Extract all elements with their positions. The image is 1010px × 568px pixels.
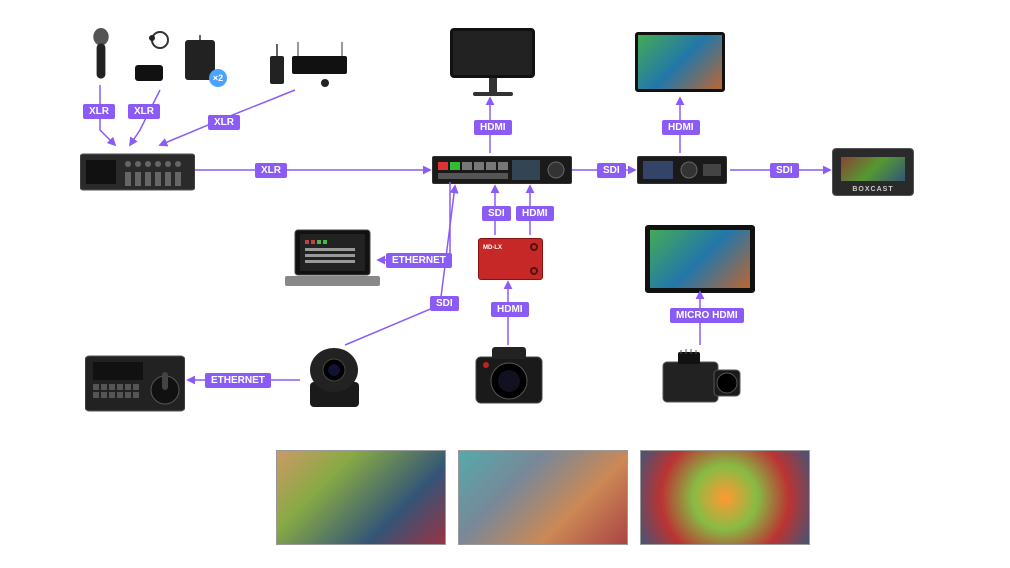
connection-lines xyxy=(0,0,1010,568)
label-hdmi-monitor: HDMI xyxy=(474,120,512,135)
label-hdmi-tv: HDMI xyxy=(662,120,700,135)
label-sdi-ptz: SDI xyxy=(430,296,459,311)
label-xlr-wireless: XLR xyxy=(208,115,240,130)
label-sdi-boxcast: SDI xyxy=(770,163,799,178)
label-sdi-up: SDI xyxy=(482,206,511,221)
label-ethernet-ptz: ETHERNET xyxy=(205,373,271,388)
label-xlr-lav: XLR xyxy=(128,104,160,119)
label-ethernet-laptop: ETHERNET xyxy=(386,253,452,268)
label-microhdmi: MICRO HDMI xyxy=(670,308,744,323)
label-sdi-recorder: SDI xyxy=(597,163,626,178)
label-xlr-mixer: XLR xyxy=(255,163,287,178)
label-hdmi-up: HDMI xyxy=(516,206,554,221)
label-hdmi-cinema: HDMI xyxy=(491,302,529,317)
label-xlr-mic: XLR xyxy=(83,104,115,119)
